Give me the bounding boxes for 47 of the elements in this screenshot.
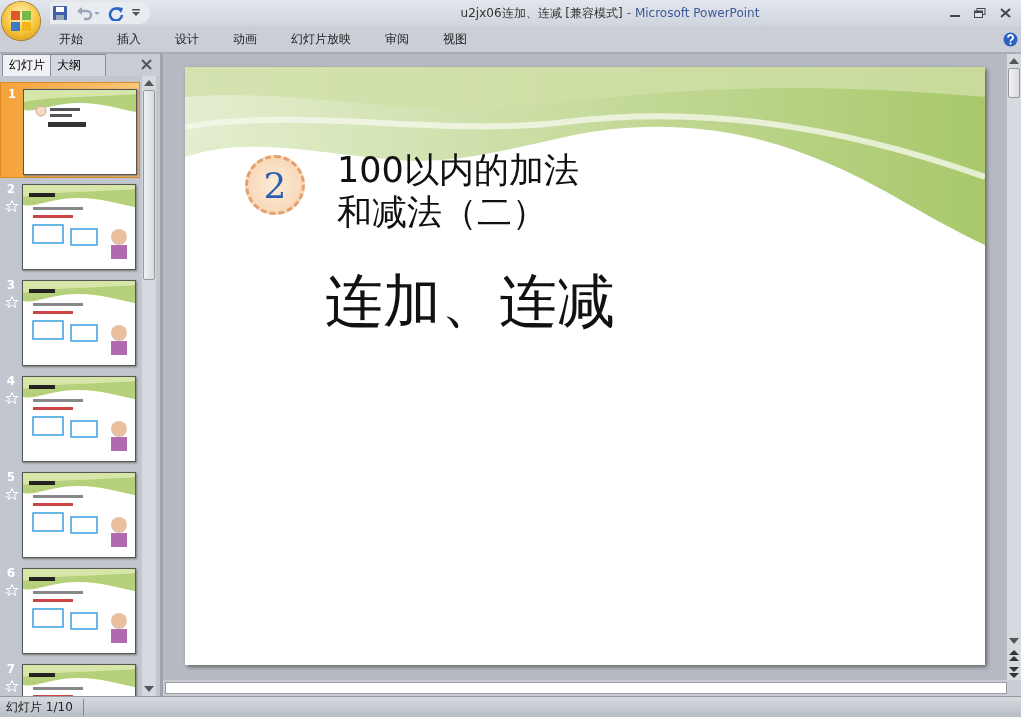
ribbon-tab[interactable]: 动画 [220,27,270,51]
save-icon[interactable] [52,5,68,21]
help-icon[interactable] [1003,31,1018,47]
scroll-up-icon[interactable] [143,78,155,88]
slide-thumbnail[interactable] [23,89,137,175]
logo-icon [10,10,32,32]
pane-tab[interactable]: 大纲 [50,54,106,76]
slide-number: 2 [6,182,16,196]
slide-title: 和减法（二） [337,191,548,233]
ribbon-tab[interactable]: 视图 [430,27,480,51]
slide-thumbnail[interactable] [22,568,136,654]
slide-thumbnail[interactable] [22,472,136,558]
ribbon-tab[interactable]: 幻灯片放映 [278,27,364,51]
close-icon[interactable] [141,59,152,70]
previous-slide-icon[interactable] [1008,650,1020,662]
pane-tab[interactable]: 幻灯片 [2,54,52,76]
slide-number: 5 [6,470,16,484]
slide-number: 4 [6,374,16,388]
slide-number: 1 [7,87,17,101]
next-slide-icon[interactable] [1008,666,1020,678]
ribbon-tab[interactable]: 插入 [104,27,154,51]
status-text: 幻灯片 1/10 [0,698,84,716]
scroll-up-icon[interactable] [1008,56,1020,66]
number-badge: 2 [245,155,305,215]
scrollbar-thumb[interactable] [1008,68,1020,98]
slide-thumbnail[interactable] [22,184,136,270]
redo-icon[interactable] [108,5,124,21]
scroll-down-icon[interactable] [143,684,155,694]
slide-thumbnail[interactable] [22,280,136,366]
slide-number: 3 [6,278,16,292]
office-button[interactable] [2,2,40,40]
close-icon[interactable] [1000,8,1011,18]
slide-subtitle: 连加、连减 [325,266,616,337]
dropdown-icon[interactable] [132,9,140,17]
window-title: u2jx06连加、连减 [兼容模式] [460,5,623,20]
app-name: - Microsoft PowerPoint [626,5,760,20]
scroll-down-icon[interactable] [1008,636,1020,646]
restore-icon[interactable] [974,8,986,18]
ribbon-tab[interactable]: 设计 [162,27,212,51]
notes-field[interactable] [165,682,1007,694]
ribbon-tab[interactable]: 审阅 [372,27,422,51]
slide-number: 7 [6,662,16,676]
slide-number: 6 [6,566,16,580]
scrollbar-thumb[interactable] [143,90,155,280]
ribbon-tab[interactable]: 开始 [46,27,96,51]
slide-thumbnail[interactable] [22,376,136,462]
slide-title: 100以内的加法 [337,149,579,191]
